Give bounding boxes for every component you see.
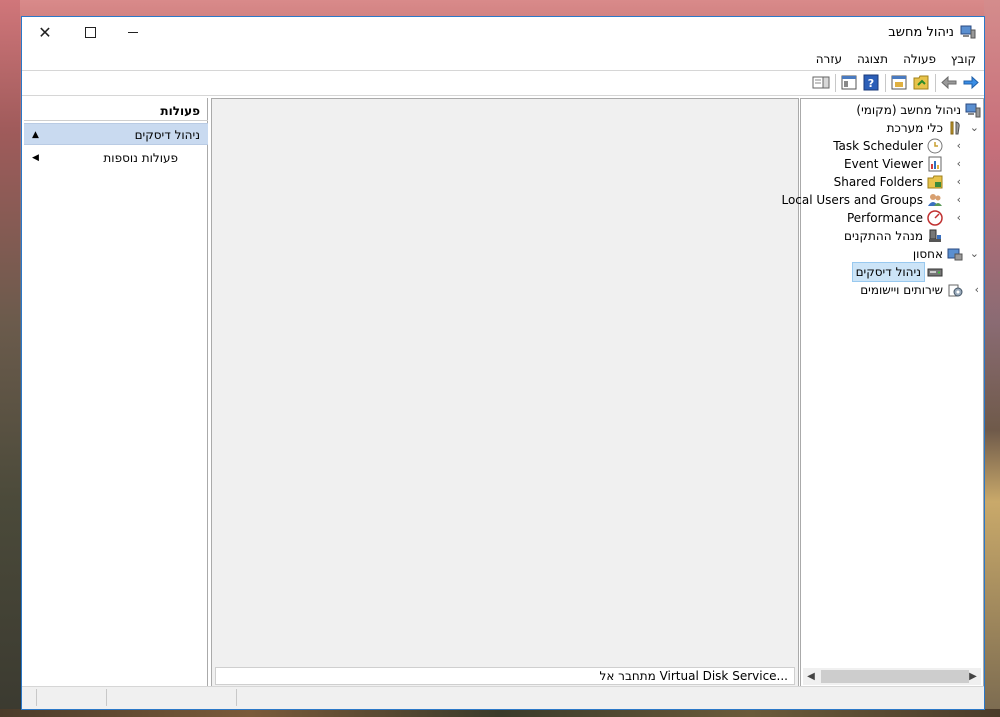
action-disk-management[interactable]: ▲ ניהול דיסקים	[24, 123, 208, 145]
tree-node-task-scheduler[interactable]: ‹ Task Scheduler	[799, 137, 983, 155]
clock-icon	[927, 138, 943, 154]
chevron-left-icon[interactable]: ‹	[957, 155, 961, 173]
event-log-icon	[928, 156, 942, 172]
computer-management-window: ✕ ניהול מחשב קובץ פעולה תצוגה עזרה ? פעו…	[21, 16, 985, 710]
chevron-left-icon[interactable]: ‹	[975, 281, 979, 299]
menu-bar: קובץ פעולה תצוגה עזרה	[22, 49, 984, 69]
menu-file[interactable]: קובץ	[951, 52, 976, 66]
svg-text:?: ?	[868, 77, 874, 90]
actions-pane: פעולות ▲ ניהול דיסקים ◀ פעולות נוספות	[24, 98, 208, 688]
tools-icon	[950, 121, 960, 135]
console-tree-icon[interactable]	[912, 74, 930, 91]
close-button[interactable]: ✕	[22, 17, 68, 47]
help-icon[interactable]: ?	[862, 74, 880, 91]
action-label: פעולות נוספות	[103, 151, 178, 165]
expand-arrow-icon[interactable]: ◀	[32, 147, 39, 169]
scrollbar-thumb[interactable]	[821, 670, 969, 683]
users-group-icon	[928, 194, 942, 206]
menu-help[interactable]: עזרה	[816, 52, 842, 66]
tree-label: Task Scheduler	[833, 139, 923, 153]
performance-gauge-icon	[927, 210, 943, 226]
properties-icon[interactable]	[890, 74, 908, 91]
computer-management-icon	[965, 103, 981, 118]
desktop-background-left	[0, 0, 20, 717]
tree-label: Shared Folders	[833, 175, 923, 189]
toolbar-separator	[835, 74, 836, 92]
tree-label-selected: ניהול דיסקים	[851, 262, 925, 282]
forward-arrow-icon[interactable]	[962, 74, 980, 91]
disk-drive-icon	[927, 268, 943, 277]
tree-node-event-viewer[interactable]: ‹ Event Viewer	[799, 155, 983, 173]
tree-node-root[interactable]: ניהול מחשב (מקומי)	[799, 101, 983, 119]
action-more-actions[interactable]: ◀ פעולות נוספות	[24, 147, 208, 169]
tree-label: אחסון	[912, 247, 943, 261]
back-arrow-icon[interactable]	[940, 74, 958, 91]
status-cell	[106, 689, 107, 706]
status-bar	[22, 686, 984, 709]
chevron-left-icon[interactable]: ‹	[957, 137, 961, 155]
tree-node-system-tools[interactable]: ⌄ כלי מערכת	[799, 119, 983, 137]
main-content-pane: מתחבר אל Virtual Disk Service...	[211, 98, 799, 688]
show-hide-action-pane-icon[interactable]	[812, 74, 830, 91]
computer-management-icon	[960, 25, 976, 39]
title-bar[interactable]: ✕ ניהול מחשב	[22, 17, 984, 49]
menu-action[interactable]: פעולה	[903, 52, 936, 66]
toolbar: ?	[22, 70, 984, 96]
shared-folder-icon	[927, 175, 943, 189]
chevron-left-icon[interactable]: ‹	[957, 191, 961, 209]
tree-node-services[interactable]: ‹ שירותים ויישומים	[799, 281, 983, 299]
toolbar-separator	[935, 74, 936, 92]
tree-label: ניהול מחשב (מקומי)	[856, 103, 961, 117]
minimize-button[interactable]	[110, 17, 156, 47]
scroll-left-icon[interactable]: ◀	[803, 668, 819, 685]
menu-view[interactable]: תצוגה	[857, 52, 888, 66]
status-cell	[236, 689, 237, 706]
storage-icon	[947, 248, 963, 261]
tree-node-disk-management[interactable]: ניהול דיסקים	[799, 262, 983, 282]
services-icon	[948, 284, 963, 297]
window-title: ניהול מחשב	[888, 25, 954, 40]
toolbar-separator	[885, 74, 886, 92]
action-label: ניהול דיסקים	[134, 128, 200, 142]
status-cell	[36, 689, 37, 706]
chevron-down-icon[interactable]: ⌄	[970, 245, 979, 263]
tree-label: שירותים ויישומים	[860, 283, 943, 297]
tree-node-performance[interactable]: ‹ Performance	[799, 209, 983, 227]
device-manager-icon	[929, 229, 941, 242]
tree-node-shared-folders[interactable]: ‹ Shared Folders	[799, 173, 983, 191]
collapse-arrow-icon[interactable]: ▲	[32, 124, 39, 146]
tree-label: Performance	[846, 211, 923, 225]
tree-node-storage[interactable]: ⌄ אחסון	[799, 245, 983, 263]
horizontal-scrollbar[interactable]: ◀ ▶	[803, 668, 981, 685]
tree-node-local-users[interactable]: ‹ Local Users and Groups	[781, 191, 983, 209]
scroll-right-icon[interactable]: ▶	[965, 668, 981, 685]
tree-label: Event Viewer	[844, 157, 923, 171]
view-icon[interactable]	[840, 74, 858, 91]
close-icon: ✕	[38, 22, 52, 42]
tree-label: כלי מערכת	[886, 121, 943, 135]
chevron-down-icon[interactable]: ⌄	[970, 119, 979, 137]
chevron-left-icon[interactable]: ‹	[957, 173, 961, 191]
maximize-button[interactable]	[67, 17, 113, 47]
tree-label: מנהל ההתקנים	[844, 229, 923, 243]
tree-node-device-manager[interactable]: מנהל ההתקנים	[799, 227, 983, 245]
maximize-icon	[84, 26, 96, 38]
actions-header: פעולות	[24, 101, 208, 121]
connection-status: מתחבר אל Virtual Disk Service...	[215, 667, 795, 685]
desktop-background-bottom	[0, 709, 1000, 717]
chevron-left-icon[interactable]: ‹	[957, 209, 961, 227]
minimize-icon	[128, 31, 138, 33]
console-tree-pane: ניהול מחשב (מקומי) ⌄ כלי מערכת ‹ Task Sc…	[781, 98, 984, 688]
tree-label: Local Users and Groups	[781, 193, 923, 207]
desktop-background-right	[984, 0, 1000, 717]
